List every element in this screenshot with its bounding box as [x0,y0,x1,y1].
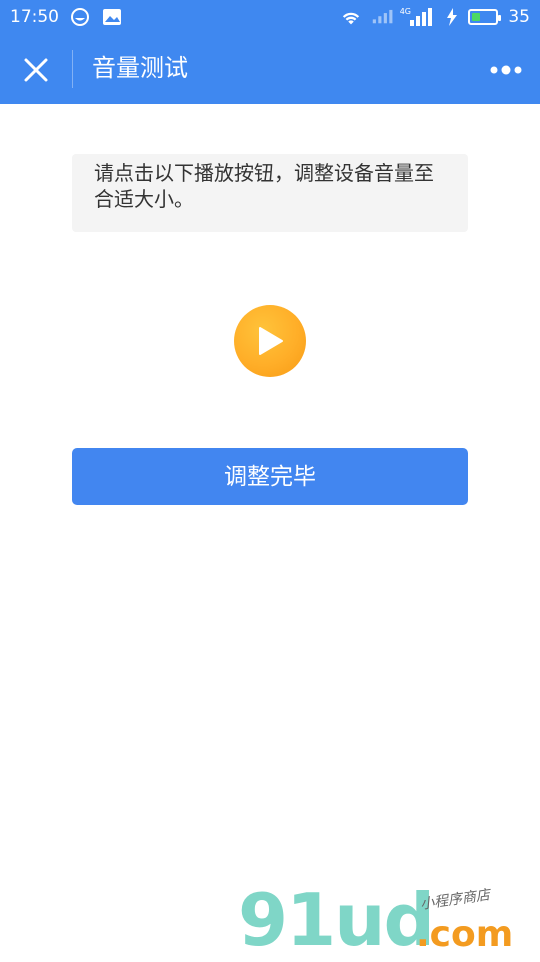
network-label: 4G [399,6,411,16]
battery-icon [468,9,502,25]
play-icon [259,327,283,355]
image-notification-icon [101,6,123,28]
status-right: 4G 35 [340,6,530,28]
status-bar: 17:50 4G 35 [0,0,540,34]
signal-4g-icon: 4G [400,6,436,28]
header-divider [72,50,73,88]
battery-fill [472,13,481,21]
navigation-header: 音量测试 [0,34,540,104]
close-icon [24,58,48,82]
more-button[interactable] [484,50,528,90]
page-title: 音量测试 [92,54,188,82]
close-button[interactable] [16,50,56,90]
status-time: 17:50 [10,7,59,27]
wifi-icon [340,6,362,28]
status-left: 17:50 [10,6,123,28]
instruction-text: 请点击以下播放按钮，调整设备音量至合适大小。 [94,161,434,211]
more-dots-icon [490,65,522,75]
watermark-logo: 91ud 小程序商店 .com [238,878,538,962]
instruction-box: 请点击以下播放按钮，调整设备音量至合适大小。 [72,154,468,232]
watermark-domain: .com [416,914,514,955]
done-button[interactable]: 调整完毕 [72,448,468,505]
watermark-brand: 91ud [238,878,435,962]
signal-weak-icon [372,6,394,28]
play-button[interactable] [234,305,306,377]
charging-icon [446,6,458,28]
battery-level: 35 [508,7,530,27]
app-notification-icon [69,6,91,28]
